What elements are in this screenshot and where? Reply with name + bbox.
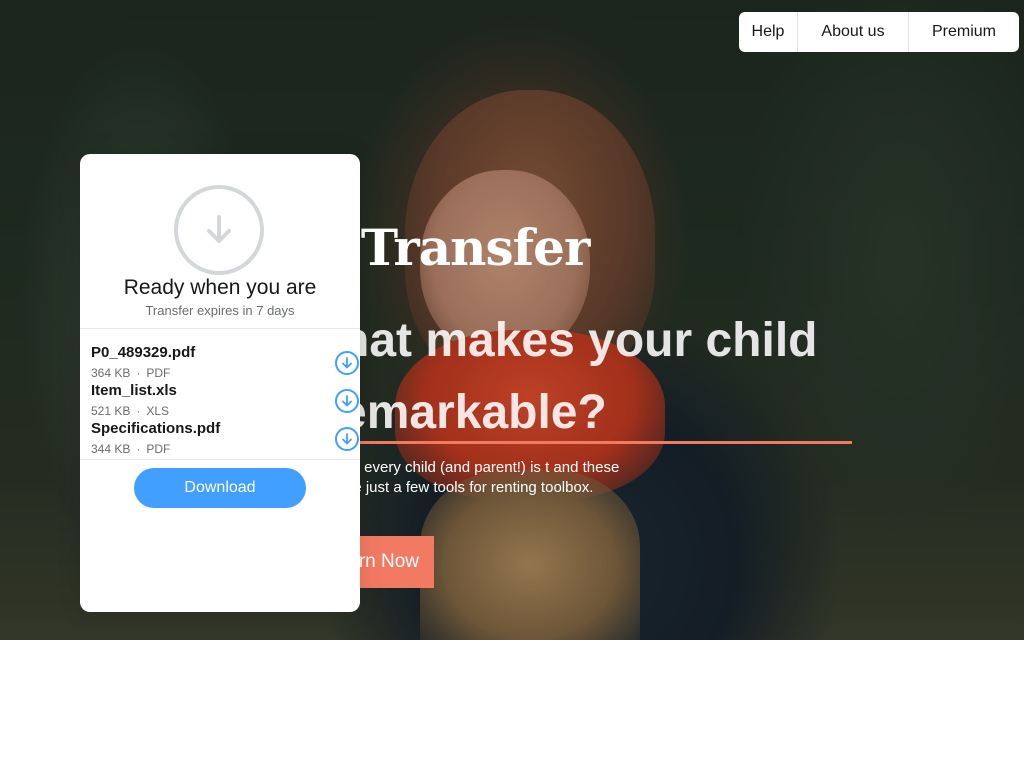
nav-help[interactable]: Help bbox=[739, 12, 798, 52]
file-size: 364 KB bbox=[91, 366, 131, 380]
meta-separator: · bbox=[136, 442, 141, 456]
hero-headline: hat makes your child emarkable? bbox=[340, 305, 860, 449]
download-circle-icon[interactable] bbox=[335, 351, 359, 375]
file-item[interactable]: Item_list.xls 521 KB · XLS bbox=[80, 382, 360, 420]
divider bbox=[80, 459, 360, 460]
file-size: 521 KB bbox=[91, 404, 131, 418]
brand-logo-text: Transfer bbox=[360, 218, 590, 277]
file-meta: 344 KB · PDF bbox=[91, 442, 170, 456]
file-list: P0_489329.pdf 364 KB · PDF Item_list.xls 5… bbox=[80, 344, 360, 458]
file-item[interactable]: P0_489329.pdf 364 KB · PDF bbox=[80, 344, 360, 382]
hero-headline-line2: emarkable? bbox=[340, 386, 607, 439]
file-type: PDF bbox=[146, 442, 171, 456]
brand-logo: eTransfer bbox=[330, 218, 590, 277]
file-name: Specifications.pdf bbox=[91, 420, 221, 437]
file-item[interactable]: Specifications.pdf 344 KB · PDF bbox=[80, 420, 360, 458]
transfer-title: Ready when you are bbox=[123, 276, 317, 299]
file-type: PDF bbox=[146, 366, 171, 380]
file-name: P0_489329.pdf bbox=[91, 344, 196, 361]
meta-separator: · bbox=[136, 404, 141, 418]
hero-headline-line1: hat makes your child bbox=[340, 314, 818, 367]
file-type: XLS bbox=[146, 404, 170, 418]
nav-premium[interactable]: Premium bbox=[909, 12, 1019, 52]
nav-about-us[interactable]: About us bbox=[798, 12, 909, 52]
divider bbox=[80, 328, 360, 329]
hero-subtext: se, every child (and parent!) is t and t… bbox=[340, 459, 620, 496]
hero-headline-underline bbox=[340, 441, 852, 444]
arrow-down-circle-icon bbox=[174, 185, 264, 275]
top-nav: Help About us Premium bbox=[739, 12, 1019, 52]
transfer-expiry: Transfer expires in 7 days bbox=[145, 303, 295, 318]
transfer-panel: Ready when you are Transfer expires in 7… bbox=[80, 154, 360, 612]
download-circle-icon[interactable] bbox=[335, 427, 359, 451]
file-name: Item_list.xls bbox=[91, 382, 177, 399]
file-meta: 364 KB · PDF bbox=[91, 366, 170, 380]
file-meta: 521 KB · XLS bbox=[91, 404, 169, 418]
download-circle-icon[interactable] bbox=[335, 389, 359, 413]
download-button[interactable]: Download bbox=[134, 468, 306, 508]
file-size: 344 KB bbox=[91, 442, 131, 456]
meta-separator: · bbox=[136, 366, 141, 380]
